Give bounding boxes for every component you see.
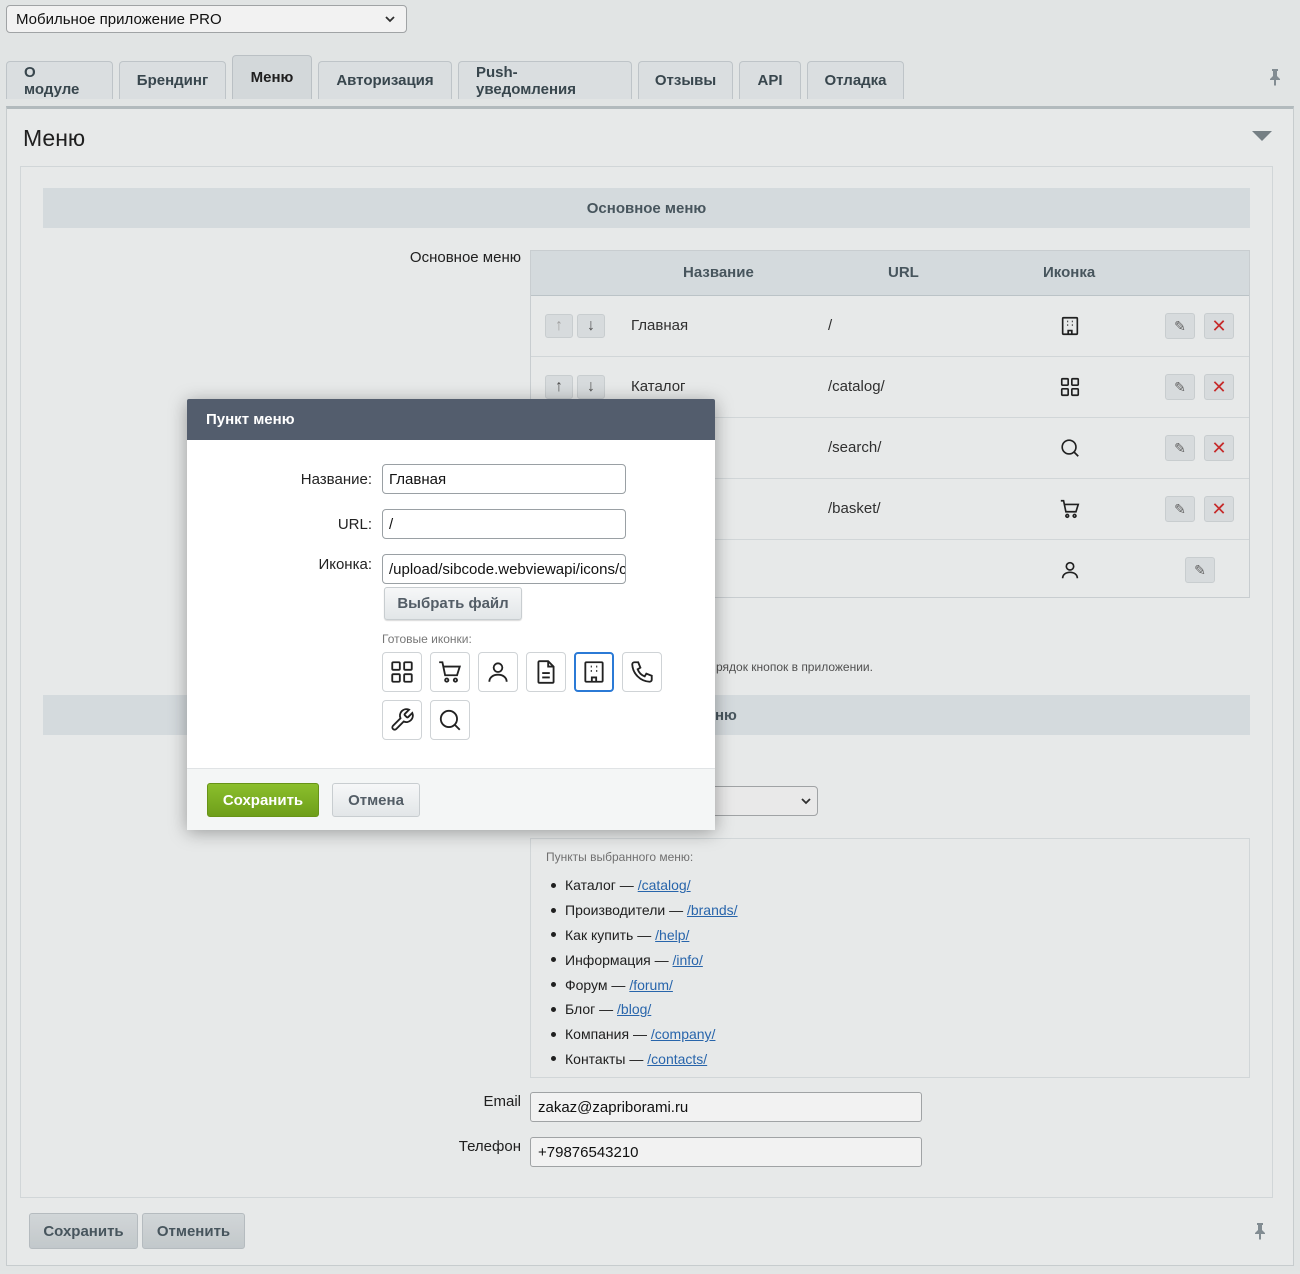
name-input[interactable]: Главная bbox=[382, 464, 626, 494]
search-icon bbox=[439, 709, 461, 731]
ready-icon-user[interactable] bbox=[478, 652, 518, 692]
dialog-cancel-button[interactable]: Отмена bbox=[332, 783, 420, 817]
ready-icon-document[interactable] bbox=[526, 652, 566, 692]
name-input-value: Главная bbox=[389, 470, 447, 488]
url-input-value: / bbox=[389, 515, 394, 533]
menu-item-dialog: Пункт меню Название: Главная URL: / Икон… bbox=[187, 399, 715, 830]
name-label: Название: bbox=[300, 471, 372, 488]
dialog-footer: Сохранить Отмена bbox=[187, 768, 715, 830]
ready-icons-caption: Готовые иконки: bbox=[382, 632, 472, 646]
ready-icon-search[interactable] bbox=[430, 700, 470, 740]
url-label: URL: bbox=[337, 516, 372, 533]
cart-icon bbox=[439, 661, 462, 683]
user-icon bbox=[488, 662, 508, 682]
ready-icon-wrench[interactable] bbox=[382, 700, 422, 740]
url-input[interactable]: / bbox=[382, 509, 626, 539]
ready-icon-cart[interactable] bbox=[430, 652, 470, 692]
phone-icon bbox=[631, 661, 653, 683]
document-icon bbox=[537, 660, 555, 684]
ready-icon-building[interactable] bbox=[574, 652, 614, 692]
dialog-save-button[interactable]: Сохранить bbox=[207, 783, 319, 817]
icon-path-value: /upload/sibcode.webviewapi/icons/c bbox=[389, 560, 626, 578]
ready-icon-phone[interactable] bbox=[622, 652, 662, 692]
icon-path-input[interactable]: /upload/sibcode.webviewapi/icons/c bbox=[382, 554, 626, 584]
building-icon bbox=[584, 661, 604, 683]
icon-label: Иконка: bbox=[318, 556, 372, 573]
grid-icon bbox=[391, 661, 413, 683]
ready-icon-grid[interactable] bbox=[382, 652, 422, 692]
choose-file-button[interactable]: Выбрать файл bbox=[384, 587, 522, 620]
dialog-title: Пункт меню bbox=[187, 399, 715, 440]
wrench-icon bbox=[391, 708, 414, 731]
